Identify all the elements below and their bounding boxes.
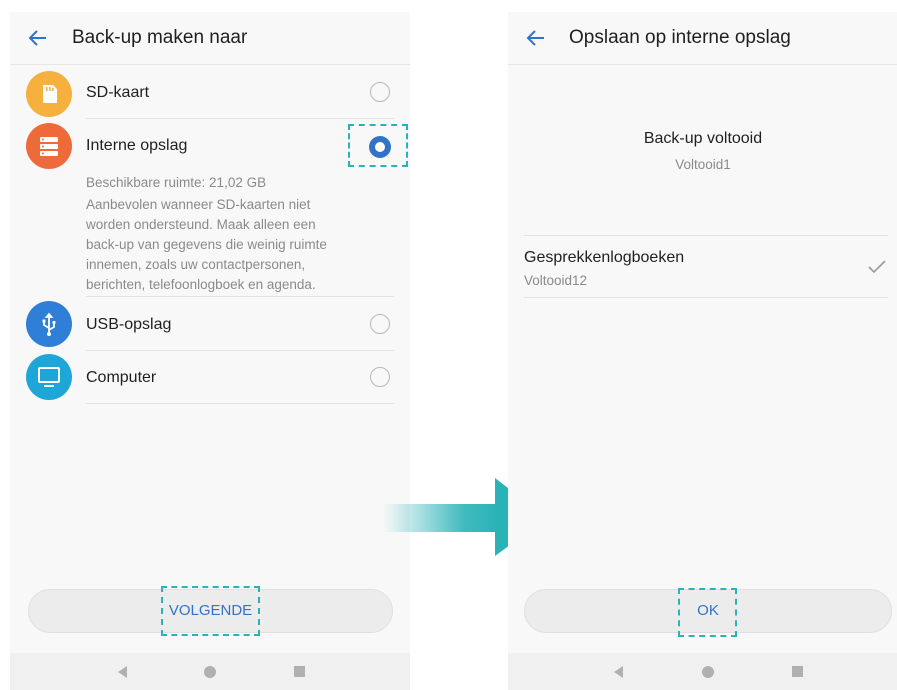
backup-complete-screen: Opslaan op interne opslag Back-up voltoo… <box>508 12 897 690</box>
nav-recents-icon[interactable] <box>792 666 803 677</box>
page-title: Back-up maken naar <box>72 27 248 48</box>
nav-back-icon[interactable] <box>118 666 127 678</box>
computer-icon <box>26 354 72 400</box>
divider <box>524 297 888 298</box>
storage-icon <box>26 123 72 169</box>
result-item: Gesprekkenlogboeken Voltooid12 <box>508 238 897 296</box>
option-label: Computer <box>86 369 157 386</box>
highlight-ok-box <box>678 588 737 637</box>
radio-unselected[interactable] <box>370 82 390 102</box>
checkmark-icon <box>868 260 886 274</box>
nav-home-icon[interactable] <box>204 666 216 678</box>
page-title: Opslaan op interne opslag <box>569 27 791 48</box>
highlight-next-box <box>161 586 260 636</box>
radio-unselected[interactable] <box>370 314 390 334</box>
back-arrow-icon[interactable] <box>524 26 548 50</box>
result-item-sub: Voltooid12 <box>524 273 588 288</box>
nav-back-icon[interactable] <box>614 666 623 678</box>
backup-status-title: Back-up voltooid <box>643 130 763 147</box>
back-arrow-icon[interactable] <box>26 26 50 50</box>
description-line: berichten, telefoonlogboek en agenda. <box>86 277 316 292</box>
app-bar: Opslaan op interne opslag <box>508 12 897 65</box>
app-bar: Back-up maken naar <box>10 12 410 65</box>
option-sd-card[interactable]: SD-kaart <box>10 68 410 120</box>
divider <box>86 403 394 404</box>
option-label: SD-kaart <box>86 84 150 101</box>
divider <box>86 296 394 297</box>
backup-destination-screen: Back-up maken naar SD-kaart Interne opsl… <box>10 12 410 690</box>
option-label: USB-opslag <box>86 316 172 333</box>
option-usb-storage[interactable]: USB-opslag <box>10 299 410 351</box>
nav-home-icon[interactable] <box>702 666 714 678</box>
divider <box>86 350 394 351</box>
description-line: Aanbevolen wanneer SD-kaarten niet <box>86 197 311 212</box>
description-line: back-up van gegevens die weinig ruimte <box>86 237 327 252</box>
system-nav-bar <box>508 653 897 690</box>
divider <box>86 118 394 119</box>
system-nav-bar <box>10 653 410 690</box>
sd-card-icon <box>26 71 72 117</box>
option-label: Interne opslag <box>86 137 188 154</box>
radio-unselected[interactable] <box>370 367 390 387</box>
option-computer[interactable]: Computer <box>10 353 410 405</box>
backup-status-sub: Voltooid1 <box>675 157 731 172</box>
nav-recents-icon[interactable] <box>294 666 305 677</box>
highlight-radio-box <box>348 124 408 167</box>
divider <box>524 235 888 236</box>
usb-icon <box>26 301 72 347</box>
result-item-title: Gesprekkenlogboeken <box>524 249 685 266</box>
description-line: worden ondersteund. Maak alleen een <box>86 217 316 232</box>
description-line: innemen, zoals uw contactpersonen, <box>86 257 306 272</box>
storage-description: Aanbevolen wanneer SD-kaarten niet worde… <box>86 195 336 295</box>
available-space-text: Beschikbare ruimte: 21,02 GB <box>86 175 267 190</box>
